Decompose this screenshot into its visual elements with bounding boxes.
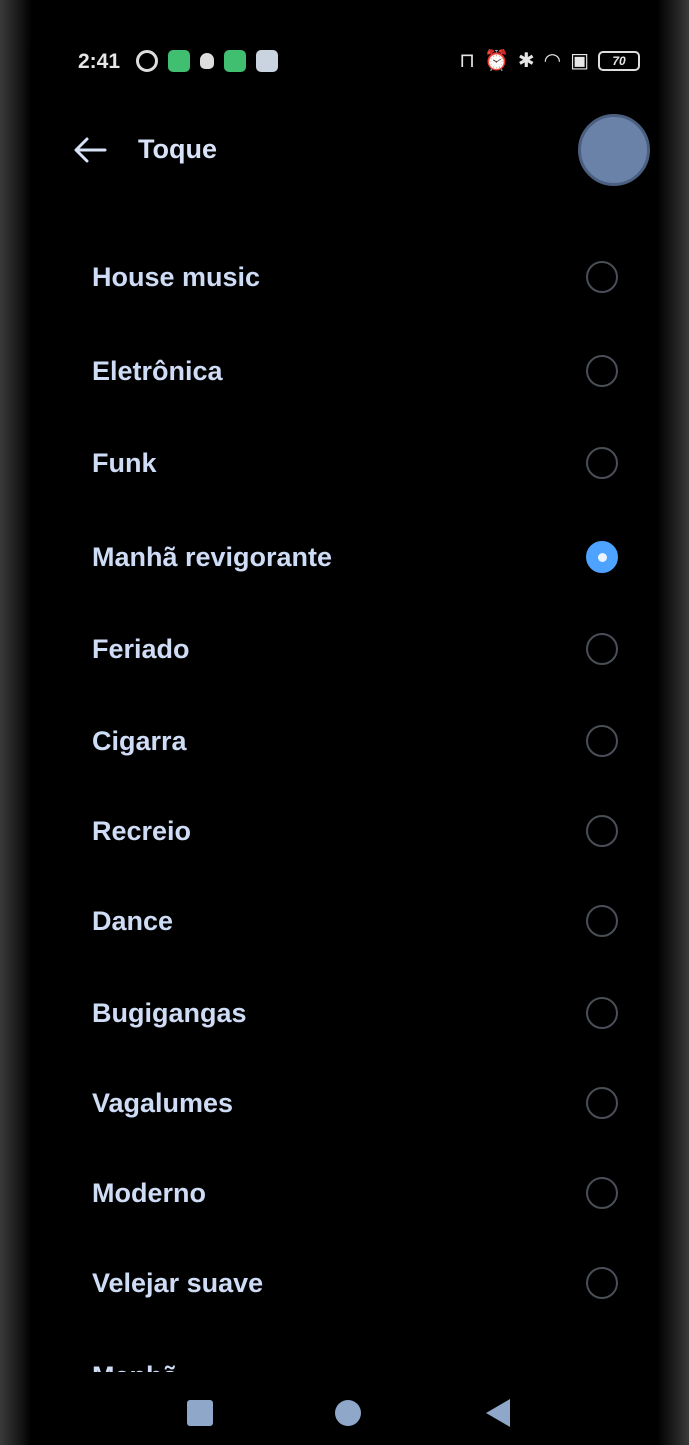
sim-icon: ▣ bbox=[570, 50, 589, 72]
alarm-icon: ⏰ bbox=[483, 50, 509, 72]
radio-button-selected[interactable] bbox=[586, 541, 618, 573]
home-button[interactable] bbox=[327, 1392, 369, 1434]
list-item-vagalumes[interactable]: Vagalumes bbox=[74, 1068, 634, 1138]
list-item-recreio[interactable]: Recreio bbox=[74, 796, 634, 866]
radio-button[interactable] bbox=[586, 355, 618, 387]
status-bar: 2:41 ⊓ ⏰ ✱ ◠ ▣ 70 bbox=[30, 10, 658, 110]
list-item-velejar-suave[interactable]: Velejar suave bbox=[74, 1248, 634, 1318]
nav-back-button[interactable] bbox=[477, 1392, 519, 1434]
battery-indicator: 70 bbox=[598, 51, 640, 71]
gear-icon bbox=[136, 50, 158, 72]
arrow-left-icon bbox=[74, 137, 107, 163]
radio-button[interactable] bbox=[586, 905, 618, 937]
radio-button[interactable] bbox=[586, 1087, 618, 1119]
square-icon bbox=[187, 1400, 213, 1426]
radio-button[interactable] bbox=[586, 997, 618, 1029]
list-item-label: House music bbox=[92, 261, 261, 292]
list-item-moderno[interactable]: Moderno bbox=[74, 1158, 634, 1228]
nfc-icon: ⊓ bbox=[459, 50, 475, 72]
radio-button[interactable] bbox=[586, 261, 618, 293]
list-item-bugigangas[interactable]: Bugigangas bbox=[74, 978, 634, 1048]
list-item-cigarra[interactable]: Cigarra bbox=[74, 706, 634, 776]
list-item-feriado[interactable]: Feriado bbox=[74, 614, 634, 684]
list-item-label: Feriado bbox=[92, 633, 190, 664]
radio-button[interactable] bbox=[586, 633, 618, 665]
circle-icon bbox=[335, 1400, 361, 1426]
list-item-dance[interactable]: Dance bbox=[74, 886, 634, 956]
radio-button[interactable] bbox=[586, 725, 618, 757]
list-item-label: Recreio bbox=[92, 815, 192, 846]
app-bar: Toque bbox=[30, 110, 658, 190]
navigation-bar bbox=[30, 1382, 658, 1445]
status-right-icons: ⊓ ⏰ ✱ ◠ ▣ 70 bbox=[459, 50, 640, 72]
screen: 2:41 ⊓ ⏰ ✱ ◠ ▣ 70 Toque House music Elet… bbox=[30, 10, 658, 1445]
list-item-label: Manhã revigorante bbox=[92, 541, 333, 572]
status-time: 2:41 bbox=[78, 50, 121, 73]
grid-app-icon bbox=[168, 50, 190, 72]
list-item-partial[interactable]: Manhã bbox=[92, 1356, 178, 1372]
list-item-label: Funk bbox=[92, 447, 157, 478]
list-item-eletronica[interactable]: Eletrônica bbox=[74, 336, 634, 406]
list-item-label: Vagalumes bbox=[92, 1087, 234, 1118]
list-item-label: Dance bbox=[92, 905, 174, 936]
card-icon bbox=[256, 50, 278, 72]
list-item-house-music[interactable]: House music bbox=[74, 242, 634, 312]
status-left-icons bbox=[136, 50, 278, 72]
page-title: Toque bbox=[138, 134, 217, 164]
phone-frame: 2:41 ⊓ ⏰ ✱ ◠ ▣ 70 Toque House music Elet… bbox=[0, 0, 689, 1445]
radio-button[interactable] bbox=[586, 1267, 618, 1299]
list-item-label: Cigarra bbox=[92, 725, 187, 756]
radio-button[interactable] bbox=[586, 1177, 618, 1209]
list-item-label: Bugigangas bbox=[92, 997, 247, 1028]
floating-bubble[interactable] bbox=[578, 114, 650, 186]
bluetooth-icon: ✱ bbox=[517, 50, 535, 72]
triangle-back-icon bbox=[486, 1399, 510, 1427]
list-item-funk[interactable]: Funk bbox=[74, 428, 634, 498]
list-item-manha-revigorante[interactable]: Manhã revigorante bbox=[74, 522, 634, 592]
bug-icon bbox=[200, 53, 214, 69]
back-button[interactable] bbox=[66, 128, 114, 172]
wifi-icon: ◠ bbox=[543, 50, 562, 72]
recents-button[interactable] bbox=[179, 1392, 221, 1434]
radio-button[interactable] bbox=[586, 815, 618, 847]
list-item-label: Velejar suave bbox=[92, 1267, 264, 1298]
list-item-label: Moderno bbox=[92, 1177, 206, 1208]
list-item-label: Eletrônica bbox=[92, 355, 223, 386]
green-app-icon bbox=[224, 50, 246, 72]
radio-button[interactable] bbox=[586, 447, 618, 479]
